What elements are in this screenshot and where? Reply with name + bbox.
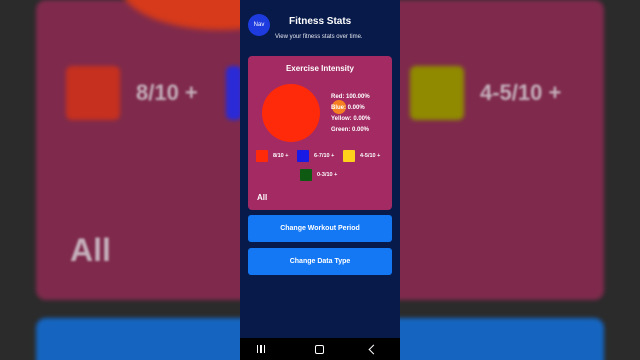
- legend-item-blue: 6-7/10 +: [297, 150, 334, 162]
- legend-swatch-blue: [297, 150, 309, 162]
- background-left-label: 8/10 +: [136, 80, 198, 105]
- home-icon: [315, 344, 325, 354]
- back-icon: [368, 344, 379, 354]
- nav-button[interactable]: Nav: [248, 14, 270, 36]
- page-subtitle: View your fitness stats over time.: [275, 34, 363, 40]
- card-title: Exercise Intensity: [285, 64, 355, 73]
- legend-label: 6-7/10 +: [314, 153, 335, 159]
- legend-label: 8/10 +: [273, 153, 289, 159]
- filter-label: All: [257, 193, 268, 202]
- intensity-stats: Red: 100.00% Blue: 0.00% Yellow: 0.00% G…: [331, 92, 370, 136]
- recents-icon[interactable]: [256, 345, 277, 353]
- change-data-type-button[interactable]: Change Data Type: [248, 248, 392, 275]
- background-right-label: 4-5/10 +: [480, 80, 562, 105]
- legend-item-red: 8/10 +: [256, 150, 288, 162]
- stat-yellow: Yellow: 0.00%: [331, 116, 371, 122]
- background-red-swatch: [66, 66, 120, 120]
- legend-label: 4-5/10 +: [360, 153, 381, 159]
- legend-label: 0-3/10 +: [317, 172, 338, 178]
- exercise-intensity-card: Exercise Intensity Red: 100.00% Blue: 0.…: [248, 56, 392, 210]
- background-yellow-swatch: [410, 66, 464, 120]
- background-all-label: All: [70, 232, 111, 268]
- stat-blue: Blue: 0.00%: [331, 105, 365, 111]
- page-title: Fitness Stats: [289, 16, 352, 27]
- change-workout-period-button[interactable]: Change Workout Period: [248, 215, 392, 242]
- legend-swatch-red: [256, 150, 268, 162]
- phone-screen: Nav Fitness Stats View your fitness stat…: [240, 0, 400, 360]
- intensity-pie-chart: [262, 84, 320, 142]
- home-button[interactable]: [310, 344, 330, 354]
- system-navigation-bar: [240, 338, 400, 360]
- legend-item-green: 0-3/10 +: [300, 169, 337, 181]
- legend-swatch-yellow: [343, 150, 355, 162]
- stat-green: Green: 0.00%: [331, 127, 370, 133]
- stat-red: Red: 100.00%: [331, 94, 370, 100]
- back-button[interactable]: [363, 344, 383, 354]
- legend-swatch-green: [300, 169, 312, 181]
- legend-item-yellow: 4-5/10 +: [343, 150, 380, 162]
- header: Nav Fitness Stats View your fitness stat…: [240, 0, 400, 50]
